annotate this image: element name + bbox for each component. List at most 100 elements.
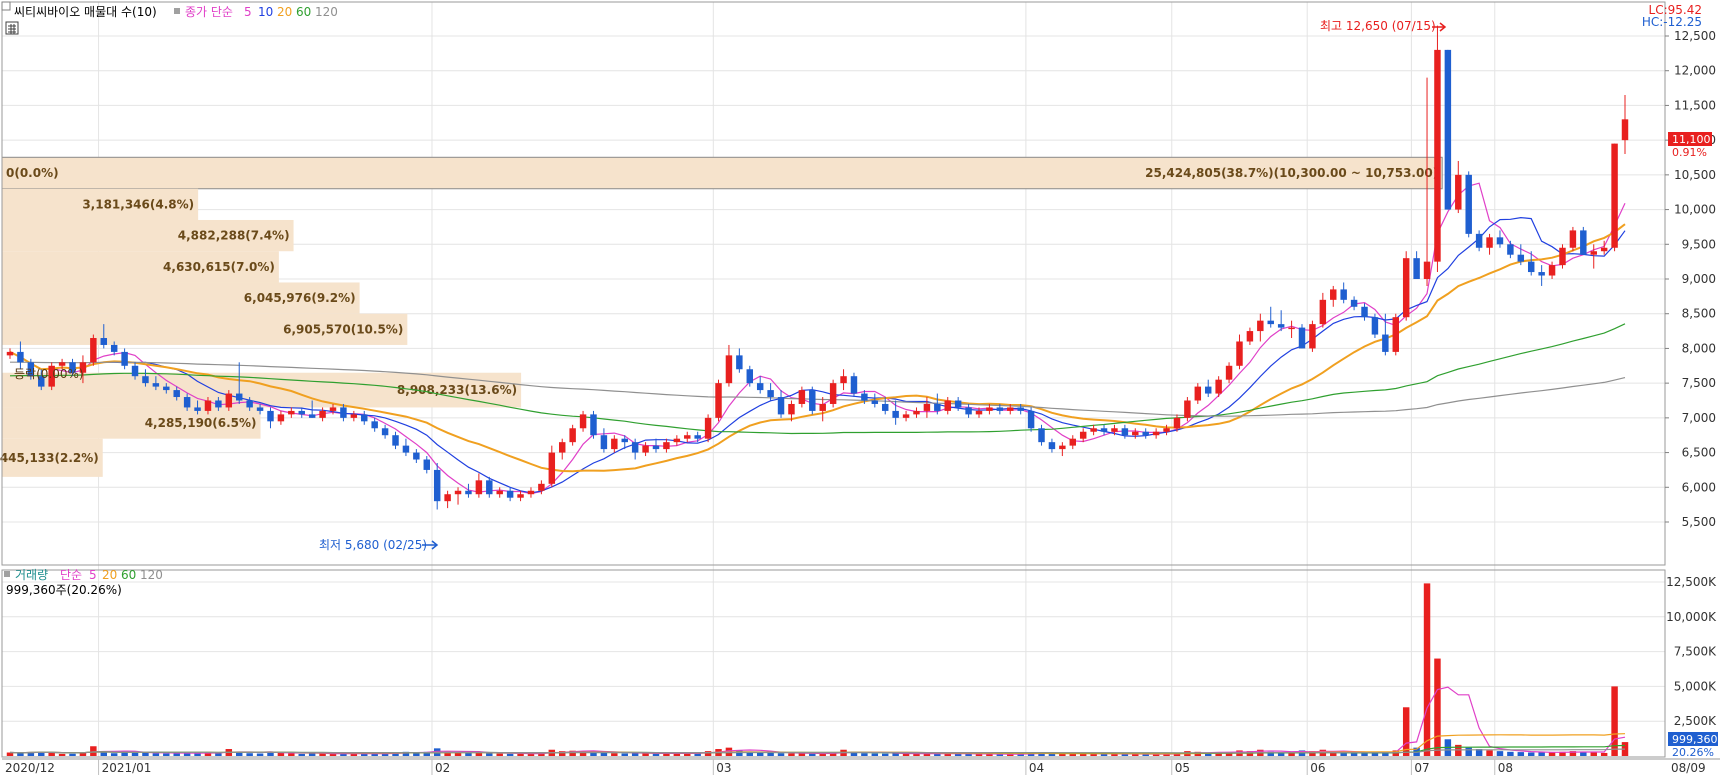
price-tick-label: 6,500 [1682,446,1716,460]
candle-body [340,407,347,418]
candle-body [975,410,983,415]
candle-body [892,410,899,418]
volume-bar [819,753,826,756]
candle-body [1621,119,1629,141]
volume-bar [1423,583,1431,756]
candle-body [1079,431,1087,439]
candle-body [1590,251,1597,255]
volume-bar [1538,752,1545,756]
stock-chart[interactable]: 25,424,805(38.7%)(10,300.00 ~ 10,753.00)… [0,0,1722,778]
candle-body [1444,49,1452,210]
chart-title: 씨티씨바이오 매물대 수(10) [14,5,157,19]
candle-body [1152,431,1160,436]
profile-label: 4,882,288(7.4%) [178,229,290,243]
volume-bar [881,753,889,756]
candle-body [819,403,826,411]
title-marker-icon [1,1,11,11]
candle-body [829,383,837,404]
date-label: 03 [716,761,731,775]
candle-body [6,351,14,356]
candle-body [152,383,160,387]
volume-tick-label: 12,500K [1666,575,1717,589]
candle-body [1173,417,1181,429]
candle-body [798,390,806,404]
candle-body [694,435,701,439]
candle-body [1204,386,1212,394]
candle-body [319,410,326,418]
candle-body [1288,327,1295,330]
candle-body [569,428,576,443]
candle-body [861,393,868,401]
candle-body [361,414,368,422]
candle-body [736,355,743,370]
candle-body [121,351,128,366]
volume-bar [1517,752,1525,756]
price-tick-label: 5,500 [1682,515,1716,529]
candle-body [1309,324,1316,349]
candle-body [1507,244,1514,255]
candle-body [527,490,535,495]
hc-indicator: HC:-12.25 [1642,15,1702,29]
candle-body [486,480,493,495]
candle-body [538,483,545,491]
volume-bar [58,753,66,756]
candle-body [684,435,691,439]
candle-body [298,410,305,415]
price-tick-label: 9,500 [1682,237,1716,251]
candle-body [1059,445,1066,450]
volume-bar [1548,752,1556,756]
candle-body [371,421,378,429]
date-label: 04 [1029,761,1044,775]
volume-bar [215,753,222,756]
price-tick-label: 8,500 [1682,307,1716,321]
profile-label: 1,445,133(2.2%) [0,451,99,465]
candle-body [225,393,233,408]
volume-ma-prefix: 단순 [60,568,82,582]
candle-body [100,338,108,345]
candle-body [1455,174,1462,210]
candle-body [1007,407,1014,411]
volume-bar [256,753,264,756]
date-label: 02 [435,761,450,775]
candle-body [1361,306,1368,318]
candle-body [1257,320,1264,332]
candle-body [402,445,410,453]
volume-bar [496,753,503,756]
profile-label: 3,181,346(4.8%) [82,197,194,211]
volume-bar [152,753,160,756]
candle-body [1371,317,1379,335]
price-tick-label: 12,000 [1674,64,1716,78]
price-tick-label: 6,000 [1682,480,1716,494]
volume-bar [736,750,743,756]
volume-bar [121,752,128,756]
candle-body [1142,431,1149,436]
candle-body [642,445,649,453]
price-tick-label: 7,000 [1682,411,1716,425]
date-label: 2021/01 [102,761,152,775]
candle-body [1277,324,1285,328]
candle-body [1163,428,1170,432]
candle-body [1475,233,1483,248]
volume-bar [871,753,879,756]
candle-body [1100,428,1108,432]
candle-body [444,494,451,502]
volume-ma-120-label: 120 [140,568,163,582]
candle-body [1527,261,1535,273]
candle-body [1121,428,1129,436]
volume-bar [611,753,618,756]
volume-bar [486,753,493,756]
candle-body [881,403,889,411]
price-tick-label: 10,500 [1674,168,1716,182]
date-label: 2020/12 [5,761,55,775]
volume-bar [1361,753,1368,756]
table-grid-icon [8,24,16,34]
date-label: 05 [1175,761,1190,775]
candle-body [1382,334,1389,352]
price-tick-label: 12,500 [1674,29,1716,43]
candle-body [142,376,149,384]
candle-body [288,410,295,415]
volume-last-value: 999,360주(20.26%) [6,583,122,597]
profile-label: 0(0.0%) [6,166,59,180]
volume-bar [777,753,785,756]
candle-body [923,403,931,411]
